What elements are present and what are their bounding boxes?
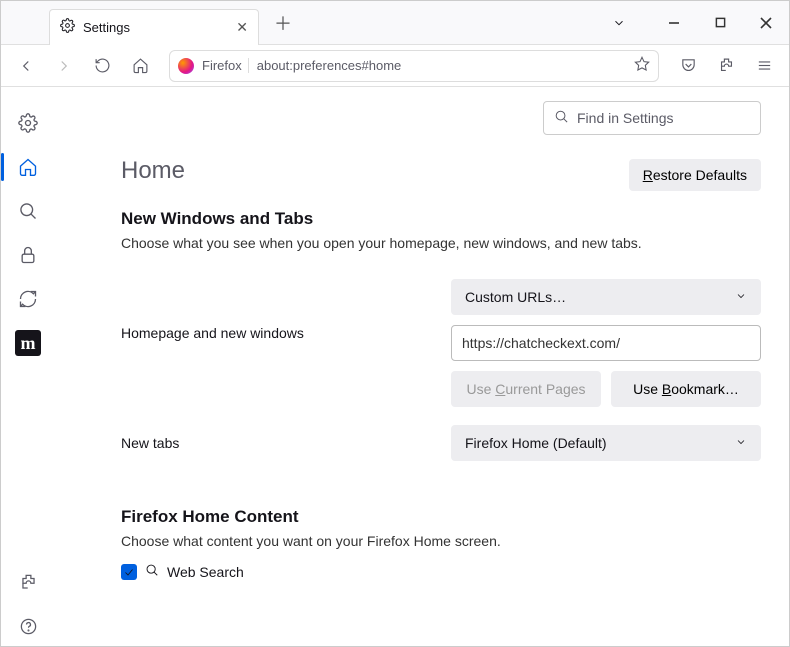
- newtabs-label: New tabs: [121, 435, 451, 451]
- dropdown-value: Custom URLs…: [465, 289, 566, 305]
- nav-toolbar: Firefox about:preferences#home: [1, 45, 789, 87]
- use-bookmark-button[interactable]: Use Bookmark…: [611, 371, 761, 407]
- url-identity: Firefox: [202, 58, 249, 73]
- use-current-pages-button[interactable]: Use Current Pages: [451, 371, 601, 407]
- gear-icon: [60, 18, 75, 36]
- section-desc-fhc: Choose what content you want on your Fir…: [121, 533, 761, 549]
- section-title-new-windows: New Windows and Tabs: [121, 209, 761, 229]
- app-menu-icon[interactable]: [749, 51, 779, 81]
- homepage-url-input[interactable]: [451, 325, 761, 361]
- pocket-icon[interactable]: [673, 51, 703, 81]
- help-nav-icon[interactable]: [8, 606, 48, 646]
- close-tab-icon[interactable]: ✕: [236, 19, 248, 36]
- url-address: about:preferences#home: [257, 58, 626, 73]
- chevron-down-icon: [735, 436, 747, 451]
- search-icon: [554, 109, 569, 127]
- home-nav-icon[interactable]: [8, 147, 48, 187]
- newtabs-dropdown[interactable]: Firefox Home (Default): [451, 425, 761, 461]
- forward-button[interactable]: [49, 51, 79, 81]
- general-nav-icon[interactable]: [8, 103, 48, 143]
- tab-title: Settings: [83, 20, 130, 35]
- section-title-fhc: Firefox Home Content: [121, 507, 761, 527]
- url-bar[interactable]: Firefox about:preferences#home: [169, 50, 659, 82]
- back-button[interactable]: [11, 51, 41, 81]
- websearch-label: Web Search: [167, 564, 244, 580]
- websearch-checkbox[interactable]: [121, 564, 137, 580]
- homepage-mode-dropdown[interactable]: Custom URLs…: [451, 279, 761, 315]
- new-tab-button[interactable]: ＋: [269, 9, 297, 37]
- home-button[interactable]: [125, 51, 155, 81]
- search-nav-icon[interactable]: [8, 191, 48, 231]
- dropdown-value: Firefox Home (Default): [465, 435, 607, 451]
- reload-button[interactable]: [87, 51, 117, 81]
- privacy-nav-icon[interactable]: [8, 235, 48, 275]
- chevron-down-icon: [735, 290, 747, 305]
- browser-tab[interactable]: Settings ✕: [49, 9, 259, 45]
- more-nav-icon[interactable]: m: [8, 323, 48, 363]
- find-in-settings-input[interactable]: Find in Settings: [543, 101, 761, 135]
- restore-defaults-button[interactable]: Restore Defaults: [629, 159, 761, 191]
- close-window-button[interactable]: [743, 1, 789, 45]
- homepage-label: Homepage and new windows: [121, 279, 451, 341]
- search-placeholder: Find in Settings: [577, 110, 674, 126]
- tabs-dropdown-icon[interactable]: [601, 16, 637, 30]
- search-icon: [145, 563, 159, 580]
- settings-sidebar: m: [1, 87, 55, 646]
- extensions-icon[interactable]: [711, 51, 741, 81]
- addons-nav-icon[interactable]: [8, 562, 48, 602]
- titlebar: Settings ✕ ＋: [1, 1, 789, 45]
- bookmark-star-icon[interactable]: [634, 56, 650, 75]
- section-desc-new-windows: Choose what you see when you open your h…: [121, 235, 761, 251]
- settings-content: Find in Settings Home Restore Defaults N…: [55, 87, 789, 646]
- minimize-button[interactable]: [651, 1, 697, 45]
- sync-nav-icon[interactable]: [8, 279, 48, 319]
- maximize-button[interactable]: [697, 1, 743, 45]
- firefox-logo-icon: [178, 58, 194, 74]
